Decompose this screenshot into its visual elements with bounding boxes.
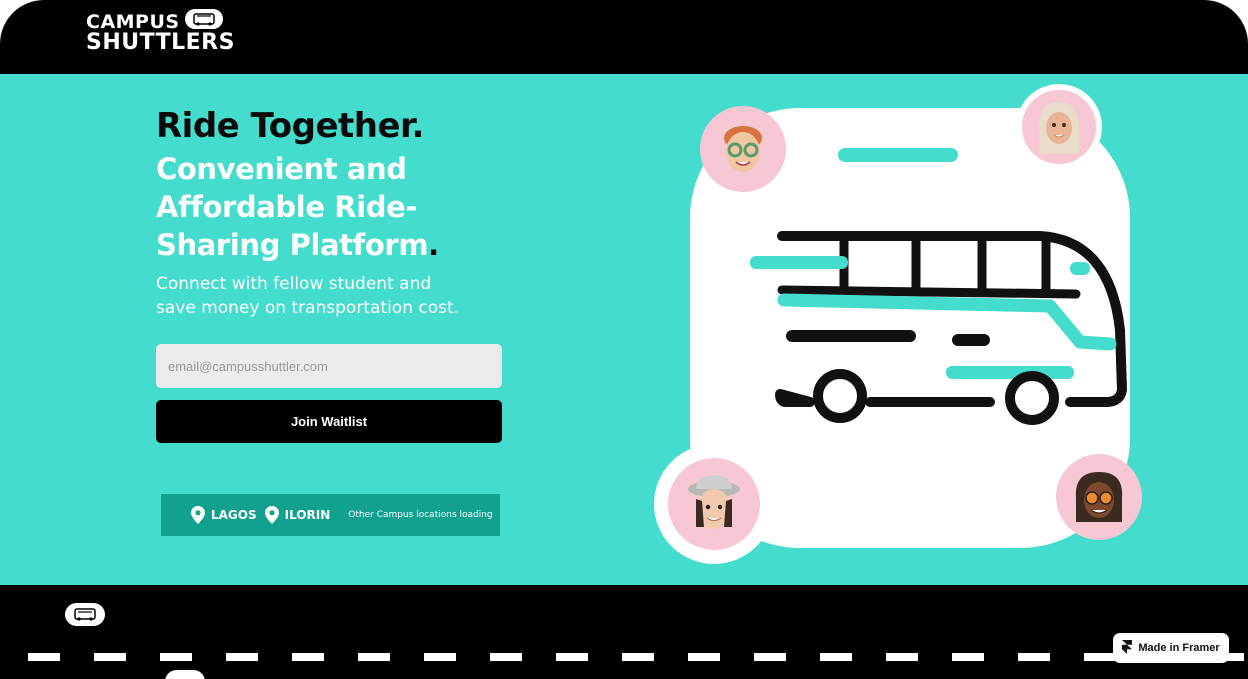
road-dash [1018,653,1050,661]
hero-title: Ride Together. [156,106,424,146]
road-dash [160,653,192,661]
shuttle-badge-icon [65,603,105,626]
road-dash [94,653,126,661]
road-dash [952,653,984,661]
avatar-face-icon [724,126,762,172]
road-dash [886,653,918,661]
avatar-face-icon [688,475,740,529]
avatar-face-icon [1075,472,1123,522]
join-waitlist-button[interactable]: Join Waitlist [156,400,502,443]
road-dash [226,653,258,661]
road-dash [424,653,456,661]
road-dash [820,653,852,661]
avatar-user-4 [1056,454,1142,540]
avatar-user-3 [654,444,774,564]
road-dash [28,653,60,661]
road-dash [688,653,720,661]
hero-tagline: Convenient and Affordable Ride-Sharing P… [156,150,536,264]
made-in-framer-badge[interactable]: Made in Framer [1113,633,1229,663]
road-dash [292,653,324,661]
locations-note: Other Campus locations loading [348,510,493,520]
avatar-user-1 [700,106,786,192]
avatar-face-icon [1039,102,1079,154]
page-frame: CAMPUS SHUTTLERS Ride Together. Convenie… [0,0,1248,679]
road-dash [490,653,522,661]
framer-icon [1122,639,1133,657]
location-label: LAGOS [211,508,257,522]
shuttle-badge-icon [185,9,223,29]
pin-icon [191,506,205,524]
road-dash [556,653,588,661]
avatar-user-2 [1016,84,1102,170]
bus-illustration-icon [750,148,1127,425]
brand-line2: SHUTTLERS [86,30,235,55]
hero-subtitle: Connect with fellow student and save mon… [156,274,460,318]
hero-tagline-text: Convenient and Affordable Ride-Sharing P… [156,152,429,262]
brand-line1: CAMPUS [86,11,180,33]
brand-logo[interactable]: CAMPUS SHUTTLERS [86,9,246,57]
framer-label: Made in Framer [1138,642,1220,654]
location-label: ILORIN [284,508,331,522]
location-ilorin: ILORIN [264,506,331,524]
hero-tagline-dot: . [428,228,439,262]
road-dash [1084,653,1116,661]
location-lagos: LAGOS [191,506,257,524]
pin-icon [264,506,279,524]
road-dash [358,653,390,661]
road-dash [622,653,654,661]
shuttle-badge-icon [165,670,205,679]
road-dash [754,653,786,661]
locations-bar: LAGOS ILORIN Other Campus locations load… [161,494,500,536]
email-input[interactable] [156,344,502,388]
